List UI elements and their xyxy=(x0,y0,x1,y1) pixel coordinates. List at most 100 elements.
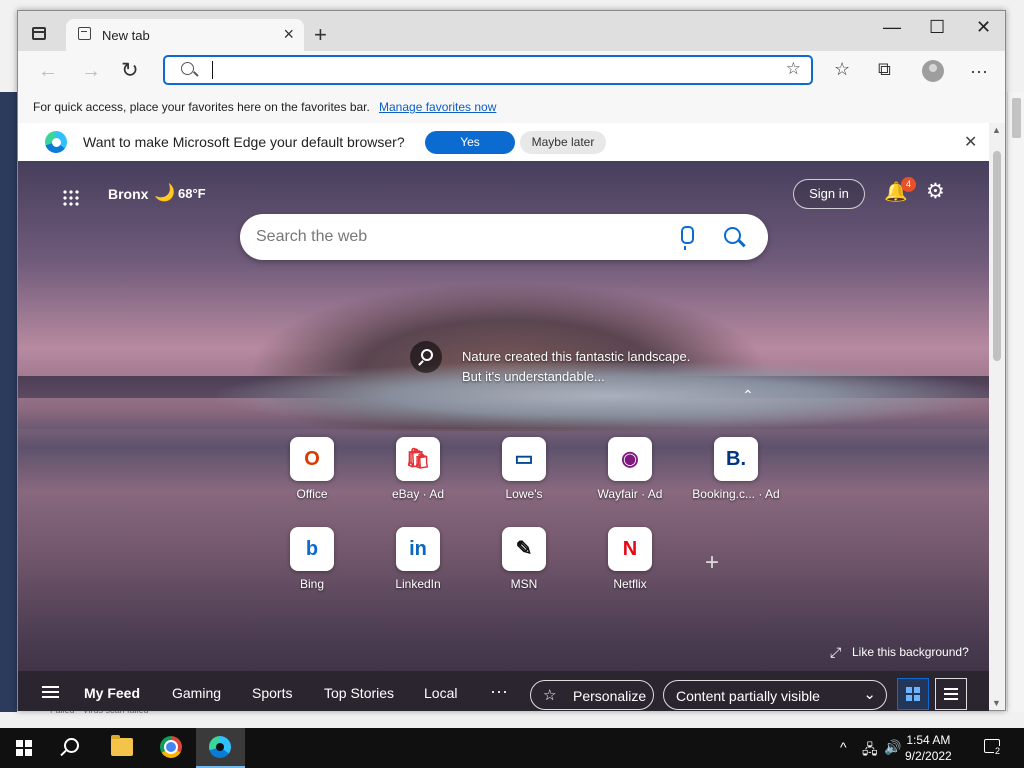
scroll-thumb[interactable] xyxy=(1012,98,1021,138)
minimize-button[interactable]: — xyxy=(883,17,901,38)
forward-button[interactable]: → xyxy=(81,60,101,83)
edge-icon[interactable] xyxy=(209,736,231,758)
tab-close-icon[interactable]: × xyxy=(283,24,294,45)
network-icon[interactable]: 🖧 xyxy=(862,739,878,763)
quick-link-tile[interactable]: ◉ Wayfair · Ad xyxy=(590,437,670,507)
manage-favorites-link[interactable]: Manage favorites now xyxy=(379,100,496,114)
notifications-badge: 4 xyxy=(901,177,916,192)
quick-link-label: Netflix xyxy=(613,577,647,591)
page-settings-gear-icon[interactable]: ⚙ xyxy=(926,179,945,204)
refresh-button[interactable]: ↻ xyxy=(121,58,139,83)
add-favorite-icon[interactable]: ☆ xyxy=(786,59,801,79)
quick-link-label: Office xyxy=(296,487,328,501)
background-window-scrollbar[interactable] xyxy=(1007,92,1024,712)
background-caption[interactable]: Nature created this fantastic landscape.… xyxy=(462,347,690,387)
quick-link-label: Booking.c... · Ad xyxy=(692,487,780,501)
taskbar-clock[interactable]: 1:54 AM 9/2/2022 xyxy=(905,732,952,764)
feed-navigation-bar: My Feed Gaming Sports Top Stories Local … xyxy=(18,671,989,711)
moon-weather-icon: 🌙 xyxy=(154,183,176,202)
search-submit-icon[interactable] xyxy=(724,227,741,244)
new-tab-button[interactable]: + xyxy=(314,22,327,48)
maybe-later-button[interactable]: Maybe later xyxy=(520,131,606,154)
close-window-button[interactable]: ✕ xyxy=(976,17,991,38)
feed-tab-top-stories[interactable]: Top Stories xyxy=(324,685,394,701)
quick-link-icon: b xyxy=(290,527,334,571)
close-prompt-icon[interactable]: ✕ xyxy=(964,132,977,152)
quick-link-tile[interactable]: N Netflix xyxy=(590,527,670,597)
quick-link-label: Bing xyxy=(299,577,325,591)
feed-tab-my-feed[interactable]: My Feed xyxy=(84,685,140,701)
clock-date: 9/2/2022 xyxy=(905,749,952,763)
quick-link-label: MSN xyxy=(510,577,538,591)
collections-icon[interactable]: ⧉ xyxy=(878,59,891,80)
quick-link-label: Wayfair · Ad xyxy=(597,487,663,501)
image-search-icon[interactable] xyxy=(410,341,442,373)
quick-link-icon: N xyxy=(608,527,652,571)
tab-new-tab[interactable]: New tab × xyxy=(66,19,304,51)
weather-temperature[interactable]: 68°F xyxy=(178,186,206,201)
windows-taskbar: ^ 🖧 🔊 1:54 AM 9/2/2022 2 xyxy=(0,728,1024,768)
app-launcher-icon[interactable] xyxy=(62,189,80,207)
favorites-bar: For quick access, place your favorites h… xyxy=(18,93,1005,124)
text-cursor xyxy=(212,61,213,79)
address-bar[interactable]: ☆ xyxy=(163,55,813,85)
like-background-link[interactable]: Like this background? xyxy=(852,645,969,659)
tab-actions-icon[interactable] xyxy=(32,27,46,40)
back-button[interactable]: ← xyxy=(38,60,58,83)
quick-link-tile[interactable]: B. Booking.c... · Ad xyxy=(692,437,780,507)
favorites-icon[interactable]: ☆ xyxy=(834,59,850,80)
collapse-chevron-icon[interactable]: ⌃ xyxy=(742,387,754,404)
scroll-up-arrow[interactable]: ▲ xyxy=(992,125,1001,135)
feed-more-button[interactable]: ··· xyxy=(490,681,508,702)
start-windows-icon[interactable] xyxy=(16,740,32,756)
search-icon xyxy=(181,62,194,75)
default-browser-message: Want to make Microsoft Edge your default… xyxy=(83,134,405,150)
quick-link-tile[interactable]: in LinkedIn xyxy=(378,527,458,597)
quick-link-icon: 🛍 xyxy=(396,437,440,481)
chrome-icon[interactable] xyxy=(160,736,182,758)
quick-link-tile[interactable]: ▭ Lowe's xyxy=(484,437,564,507)
quick-link-tile[interactable]: b Bing xyxy=(272,527,352,597)
edge-browser-window: New tab × + — ☐ ✕ ← → ↻ ☆ ☆ ⧉ ··· For qu… xyxy=(17,10,1006,711)
list-layout-button[interactable] xyxy=(935,678,967,710)
quick-link-icon: ✎ xyxy=(502,527,546,571)
menu-hamburger-icon[interactable] xyxy=(42,686,59,698)
show-hidden-icons[interactable]: ^ xyxy=(840,739,847,755)
feed-tab-gaming[interactable]: Gaming xyxy=(172,685,221,701)
settings-more-button[interactable]: ··· xyxy=(970,61,988,82)
add-shortcut-button[interactable]: + xyxy=(705,549,719,577)
quick-link-icon: B. xyxy=(714,437,758,481)
feed-tab-sports[interactable]: Sports xyxy=(252,685,292,701)
quick-link-label: LinkedIn xyxy=(395,577,441,591)
profile-avatar[interactable] xyxy=(922,60,944,82)
notification-count: 2 xyxy=(994,746,1002,756)
personalize-label: Personalize xyxy=(573,688,647,704)
default-browser-prompt: Want to make Microsoft Edge your default… xyxy=(18,123,989,162)
quick-link-tile[interactable]: O Office xyxy=(272,437,352,507)
yes-button[interactable]: Yes xyxy=(425,131,515,154)
clock-time: 1:54 AM xyxy=(906,733,951,747)
maximize-button[interactable]: ☐ xyxy=(929,17,945,38)
personalize-button[interactable]: ☆ Personalize xyxy=(530,680,654,710)
quick-link-tile[interactable]: 🛍 eBay · Ad xyxy=(378,437,458,507)
quick-link-label: Lowe's xyxy=(505,487,543,501)
weather-location[interactable]: Bronx xyxy=(108,186,148,202)
taskbar-search-icon[interactable] xyxy=(64,738,79,753)
new-tab-page: Bronx 🌙 68°F Sign in 🔔 4 ⚙ Search the we… xyxy=(18,161,989,711)
new-tab-page-icon xyxy=(78,27,91,40)
quick-link-icon: O xyxy=(290,437,334,481)
feed-tab-local[interactable]: Local xyxy=(424,685,457,701)
sign-in-button[interactable]: Sign in xyxy=(793,179,865,209)
scroll-thumb[interactable] xyxy=(993,151,1001,361)
scroll-down-arrow[interactable]: ▼ xyxy=(992,698,1001,708)
chevron-down-icon: ⌄ xyxy=(863,686,876,703)
file-explorer-icon[interactable] xyxy=(111,735,133,756)
edge-logo-icon xyxy=(45,131,67,153)
web-search-box[interactable]: Search the web xyxy=(240,214,768,260)
microphone-icon[interactable] xyxy=(681,226,694,250)
quick-link-tile[interactable]: ✎ MSN xyxy=(484,527,564,597)
volume-icon[interactable]: 🔊 xyxy=(884,739,901,756)
grid-layout-button[interactable] xyxy=(897,678,929,710)
page-scrollbar[interactable]: ▲ ▼ xyxy=(989,123,1005,710)
content-visibility-dropdown[interactable]: Content partially visible ⌄ xyxy=(663,680,887,710)
